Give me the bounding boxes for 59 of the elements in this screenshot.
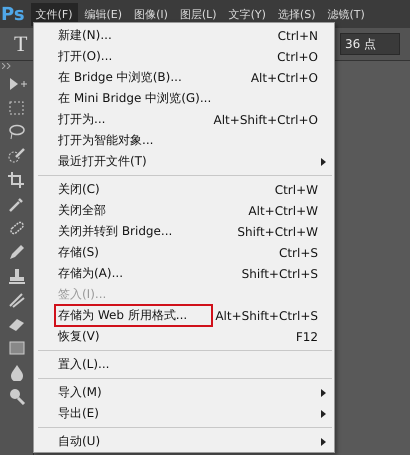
menu-item-label: 新建(N)... — [57, 27, 113, 44]
menu-item[interactable]: 关闭全部 Alt+Ctrl+W — [34, 200, 334, 221]
shortcut-text: Alt+Shift+Ctrl+S — [215, 308, 318, 322]
shortcut-text: Alt+Ctrl+O — [250, 70, 318, 84]
menu-title[interactable]: 图层(L) — [174, 2, 222, 26]
panel-collapse-icon[interactable] — [2, 63, 12, 69]
menu-item[interactable]: 打开为智能对象... — [34, 130, 334, 151]
shortcut-text: Ctrl+S — [278, 246, 318, 260]
menu-item[interactable]: 关闭(C) Ctrl+W — [34, 179, 334, 200]
menu-item-label: 存储为 Web 所用格式... — [54, 304, 214, 327]
menu-item-label: 打开为智能对象... — [57, 132, 154, 149]
menu-item[interactable]: 存储(S) Ctrl+S — [34, 242, 334, 263]
menu-title[interactable]: 选择(S) — [272, 2, 320, 26]
menu-title[interactable]: 图像(I) — [129, 2, 173, 26]
menu-item[interactable]: 最近打开文件(T) — [34, 151, 334, 172]
menu-item[interactable]: 自动(U) — [34, 431, 334, 452]
menu-item-label: 自动(U) — [57, 433, 102, 450]
shortcut-text: Ctrl+N — [278, 28, 318, 42]
menu-item[interactable]: 在 Mini Bridge 中浏览(G)... — [34, 88, 334, 109]
menu-item-label: 关闭全部 — [57, 202, 107, 219]
menu-item[interactable]: 导入(M) — [34, 382, 334, 403]
shortcut-text: Shift+Ctrl+W — [237, 224, 318, 238]
menu-item[interactable]: 打开为... Alt+Shift+Ctrl+O — [34, 109, 334, 130]
menu-item-label: 置入(L)... — [57, 356, 110, 373]
menu-item-label: 导出(E) — [57, 405, 100, 422]
menu-item[interactable]: 在 Bridge 中浏览(B)... Alt+Ctrl+O — [34, 67, 334, 88]
menu-item-label: 关闭并转到 Bridge... — [57, 223, 174, 240]
menu-item-label: 签入(I)... — [57, 286, 108, 303]
menu-item-label: 恢复(V) — [56, 328, 101, 345]
app-logo: Ps — [0, 4, 26, 24]
shortcut-text: Alt+Ctrl+W — [248, 204, 318, 218]
font-size-field[interactable]: 36 点 — [340, 33, 400, 55]
menu-title[interactable]: 滤镜(T) — [322, 2, 370, 26]
menu-item-label: 存储为(A)... — [57, 265, 124, 282]
shortcut-text: F12 — [296, 330, 318, 344]
menu-item[interactable]: 存储为 Web 所用格式... Alt+Shift+Ctrl+S — [34, 305, 334, 326]
menu-item-label: 打开为... — [57, 111, 106, 128]
menu-title[interactable]: 编辑(E) — [80, 2, 128, 26]
shortcut-text: Alt+Shift+Ctrl+O — [214, 112, 318, 126]
shortcut-text: Ctrl+O — [277, 50, 318, 64]
menu-item[interactable]: 新建(N)... Ctrl+N — [34, 25, 334, 46]
menu-item-label: 导入(M) — [57, 384, 103, 401]
menu-title[interactable]: 文字(Y) — [224, 2, 271, 26]
menu-item[interactable]: 导出(E) — [34, 403, 334, 424]
menu-item-label: 在 Mini Bridge 中浏览(G)... — [57, 90, 212, 107]
shortcut-text: Ctrl+W — [274, 182, 318, 196]
menu-item[interactable]: 恢复(V) F12 — [34, 326, 334, 347]
menu-item-label: 存储(S) — [57, 244, 100, 261]
menu-item[interactable]: 打开(O)... Ctrl+O — [34, 46, 334, 67]
menu-item-label: 关闭(C) — [57, 181, 101, 198]
type-tool-glyph[interactable]: T — [14, 31, 28, 57]
menu-item[interactable]: 关闭并转到 Bridge... Shift+Ctrl+W — [34, 221, 334, 242]
tool-icon[interactable] — [6, 147, 28, 165]
menu-item-label: 最近打开文件(T) — [57, 153, 148, 170]
menu-item-label: 打开(O)... — [57, 48, 114, 65]
shortcut-text: Shift+Ctrl+S — [242, 266, 318, 280]
menu-item[interactable]: 存储为(A)... Shift+Ctrl+S — [34, 263, 334, 284]
menu-item-label: 在 Bridge 中浏览(B)... — [57, 69, 183, 86]
menu-item[interactable]: 置入(L)... — [34, 354, 334, 375]
